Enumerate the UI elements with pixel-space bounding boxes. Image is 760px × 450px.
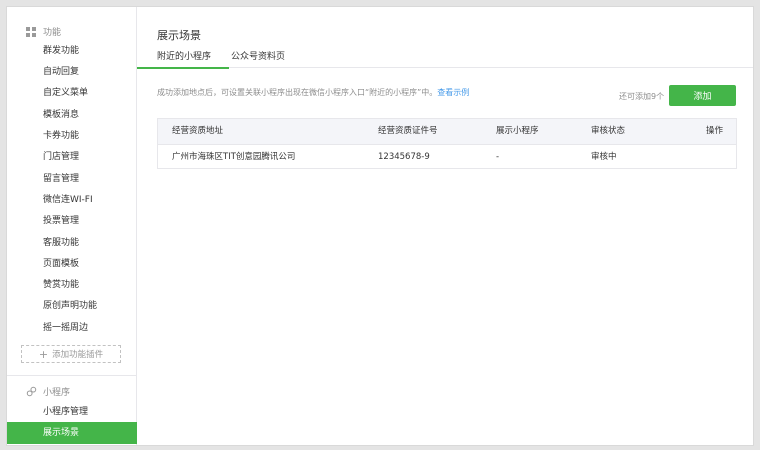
- tab-nearby-miniprogram[interactable]: 附近的小程序: [137, 49, 230, 69]
- miniprogram-header: 小程序: [25, 385, 70, 398]
- remaining-count: 还可添加9个: [619, 92, 665, 101]
- hint-message: 成功添加地点后，可设置关联小程序出现在微信小程序入口“附近的小程序”中。: [157, 88, 438, 97]
- miniprogram-header-label: 小程序: [43, 388, 71, 398]
- cell-address: 广州市海珠区TIT创意园腾讯公司: [172, 152, 296, 162]
- sidebar-item-template-message[interactable]: 模板消息: [43, 109, 79, 121]
- grid-icon: [25, 26, 37, 38]
- cell-miniprogram: -: [496, 152, 500, 162]
- sidebar: 功能 群发功能 自动回复 自定义菜单 模板消息 卡券功能 门店管理 留言管理 微…: [7, 7, 137, 445]
- sidebar-item-display-scene[interactable]: 展示场景: [7, 422, 137, 444]
- sidebar-item-miniprogram-management[interactable]: 小程序管理: [43, 406, 88, 418]
- column-header-license-number: 经营资质证件号: [378, 126, 438, 136]
- features-header: 功能: [25, 25, 61, 38]
- sidebar-item-reward[interactable]: 赞赏功能: [43, 279, 79, 291]
- sidebar-item-store-management[interactable]: 门店管理: [43, 151, 79, 163]
- sidebar-item-auto-reply[interactable]: 自动回复: [43, 66, 79, 78]
- sidebar-item-shake-nearby[interactable]: 摇一摇周边: [43, 322, 88, 334]
- sidebar-item-page-template[interactable]: 页面模板: [43, 258, 79, 270]
- sidebar-item-original-declaration[interactable]: 原创声明功能: [43, 300, 97, 312]
- sidebar-item-comment-management[interactable]: 留言管理: [43, 173, 79, 185]
- sidebar-item-card-coupon[interactable]: 卡券功能: [43, 130, 79, 142]
- sidebar-item-mass-send[interactable]: 群发功能: [43, 45, 79, 57]
- sidebar-item-customer-service[interactable]: 客服功能: [43, 237, 79, 249]
- link-icon: [25, 386, 37, 398]
- add-plugin-button[interactable]: + 添加功能插件: [21, 345, 121, 363]
- column-header-address: 经营资质地址: [172, 126, 224, 136]
- column-header-actions: 操作: [706, 126, 724, 136]
- table-row: 广州市海珠区TIT创意园腾讯公司 12345678-9 - 审核中: [158, 144, 736, 169]
- plus-icon: +: [38, 347, 49, 361]
- cell-license-number: 12345678-9: [378, 152, 430, 162]
- sidebar-item-custom-menu[interactable]: 自定义菜单: [43, 87, 88, 99]
- tab-official-account-profile[interactable]: 公众号资料页: [231, 49, 285, 67]
- sidebar-item-vote-management[interactable]: 投票管理: [43, 215, 79, 227]
- cell-review-status: 审核中: [591, 152, 617, 162]
- main-content: 展示场景 附近的小程序 公众号资料页 成功添加地点后，可设置关联小程序出现在微信…: [137, 7, 753, 445]
- column-header-review-status: 审核状态: [591, 126, 626, 136]
- tab-bar: 附近的小程序 公众号资料页: [137, 45, 753, 69]
- features-header-label: 功能: [43, 28, 62, 38]
- column-header-miniprogram: 展示小程序: [496, 126, 539, 136]
- app-window: 功能 群发功能 自动回复 自定义菜单 模板消息 卡券功能 门店管理 留言管理 微…: [6, 6, 754, 446]
- locations-table: 经营资质地址 经营资质证件号 展示小程序 审核状态 操作 广州市海珠区TIT创意…: [157, 118, 737, 169]
- add-button[interactable]: 添加: [669, 85, 736, 106]
- sidebar-divider: [7, 375, 136, 376]
- page-title: 展示场景: [157, 29, 201, 42]
- view-example-link[interactable]: 查看示例: [437, 88, 469, 97]
- add-plugin-label: 添加功能插件: [52, 350, 104, 360]
- sidebar-item-wifi[interactable]: 微信连WI-FI: [43, 194, 93, 206]
- hint-text: 成功添加地点后，可设置关联小程序出现在微信小程序入口“附近的小程序”中。查看示例: [157, 87, 469, 98]
- table-header: 经营资质地址 经营资质证件号 展示小程序 审核状态 操作: [158, 119, 736, 144]
